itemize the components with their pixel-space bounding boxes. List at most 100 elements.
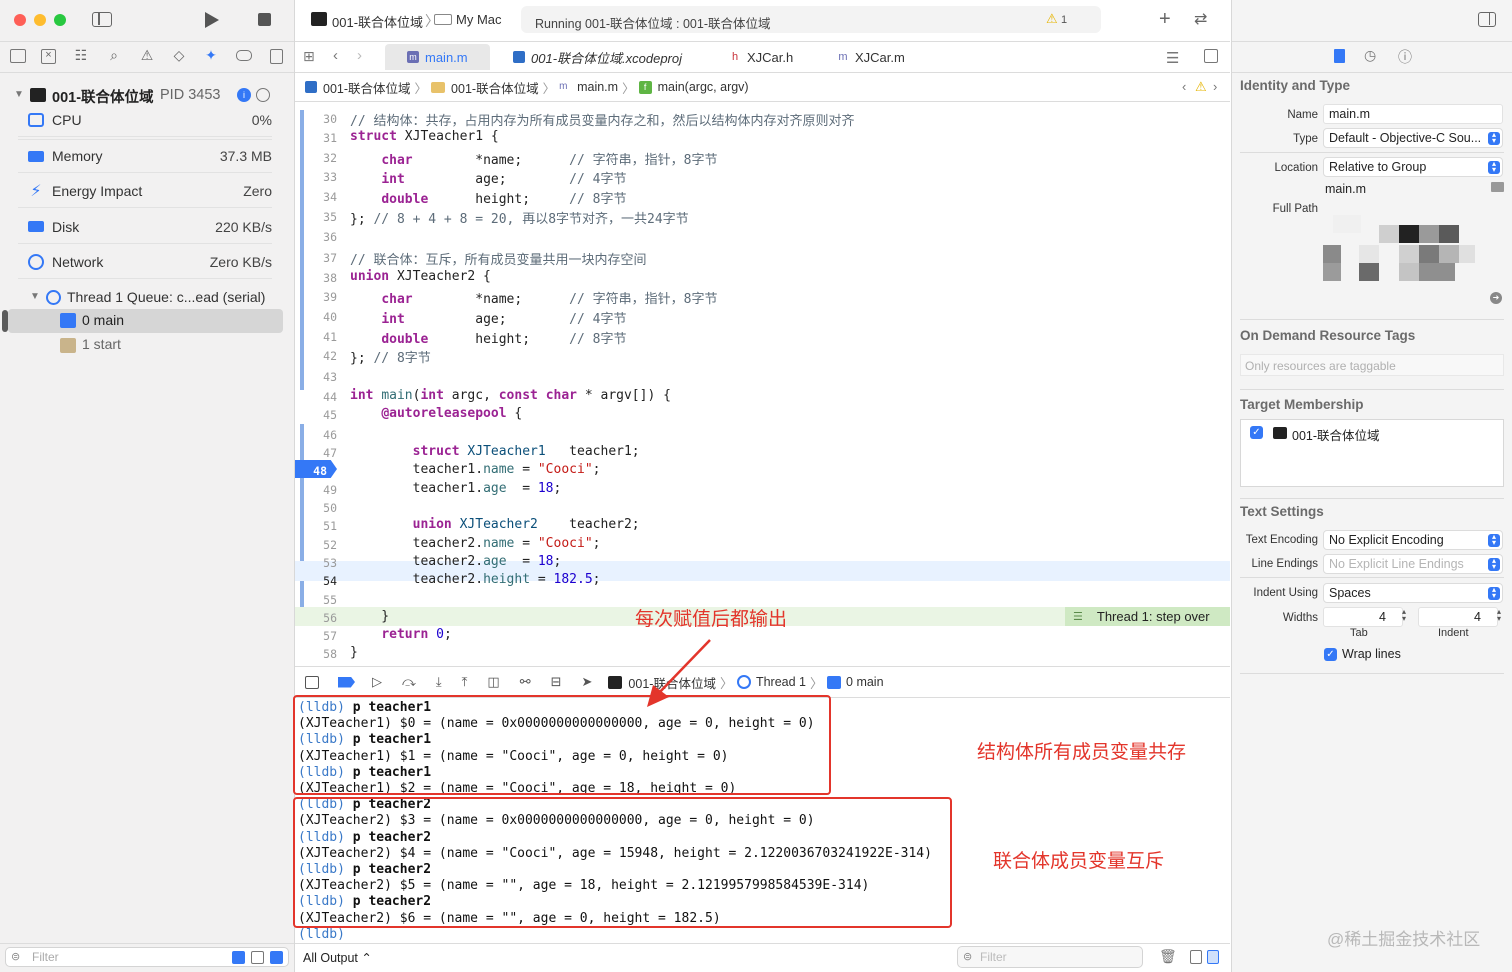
grid-icon[interactable]: ⊞ — [303, 49, 318, 64]
view-hierarchy-icon[interactable]: ◫ — [487, 674, 499, 690]
simulate-location-icon[interactable]: ➤ — [582, 674, 593, 690]
line-number[interactable]: 45 — [295, 408, 337, 422]
name-field[interactable]: main.m — [1323, 104, 1503, 124]
line-number[interactable]: 31 — [295, 131, 337, 145]
output-selector[interactable]: All Output ⌃ — [303, 950, 372, 965]
line-number[interactable]: 36 — [295, 230, 337, 244]
endings-popup[interactable]: No Explicit Line Endings ▴ ▾ — [1323, 554, 1503, 574]
line-number[interactable]: 32 — [295, 151, 337, 165]
console-filter-field[interactable]: ⊜ Filter — [957, 946, 1143, 968]
close-window-button[interactable] — [14, 14, 26, 26]
filter-option-icon[interactable] — [270, 951, 283, 964]
gauge-cpu[interactable]: CPU 0% — [18, 103, 272, 137]
variables-view-toggle-icon[interactable] — [1190, 950, 1202, 964]
memory-graph-icon[interactable]: ⚯ — [520, 674, 531, 690]
forward-icon[interactable]: › — [357, 47, 362, 64]
trash-icon[interactable]: 🗑 — [1159, 948, 1177, 965]
source-editor[interactable]: ☰ Thread 1: step over 30 31 32 33 34 35 36 37 38… — [295, 106, 1230, 666]
step-over-icon[interactable]: ⤼ — [402, 674, 416, 690]
line-number[interactable]: 54 — [295, 574, 337, 588]
odr-tags-field[interactable]: Only resources are taggable — [1240, 354, 1504, 376]
navigator-filter-field[interactable]: ⊜ Filter — [5, 947, 289, 967]
tab-xjcar-m[interactable]: m XJCar.m — [837, 44, 927, 70]
step-into-icon[interactable]: ⤓ — [436, 674, 442, 690]
line-number[interactable]: 37 — [295, 251, 337, 265]
warning-icon[interactable]: ⚠ — [1195, 79, 1207, 95]
console-view-toggle-icon[interactable] — [1207, 950, 1219, 964]
symbol-navigator-icon[interactable]: ☷ — [73, 47, 89, 63]
tab-xjcar-h[interactable]: h XJCar.h — [729, 44, 819, 70]
line-number[interactable]: 55 — [295, 593, 337, 607]
frame-selected[interactable] — [8, 309, 283, 333]
line-number[interactable]: 52 — [295, 538, 337, 552]
minimize-window-button[interactable] — [34, 14, 46, 26]
help-inspector-icon[interactable]: ⓘ — [1398, 47, 1412, 67]
zoom-window-button[interactable] — [54, 14, 66, 26]
location-popup[interactable]: Relative to Group ▴ ▾ — [1323, 157, 1503, 177]
stop-icon[interactable] — [258, 13, 271, 26]
line-number[interactable]: 39 — [295, 290, 337, 304]
gauge-disk[interactable]: Disk 220 KB/s — [18, 210, 272, 244]
debug-navigator-icon[interactable]: ✦ — [203, 47, 219, 63]
folder-icon[interactable] — [1491, 182, 1504, 192]
line-number[interactable]: 30 — [295, 112, 337, 126]
editor-options-icon[interactable]: ☰ — [1166, 49, 1179, 67]
step-out-icon[interactable]: ⤒ — [462, 674, 468, 690]
destination-selector[interactable]: My Mac — [456, 12, 502, 27]
file-inspector-icon[interactable] — [1334, 49, 1345, 63]
jump-bar-item[interactable]: 001-联合体位域 — [323, 78, 411, 97]
warning-icon[interactable]: ⚠ — [1046, 11, 1058, 27]
type-popup[interactable]: Default - Objective-C Sou... ▴ ▾ — [1323, 128, 1503, 148]
tab-main-m[interactable]: m main.m — [385, 44, 490, 70]
split-editor-icon[interactable] — [1204, 49, 1218, 63]
pause-status-icon[interactable] — [256, 88, 270, 102]
filter-option-icon[interactable] — [232, 951, 245, 964]
report-navigator-icon[interactable] — [270, 49, 283, 64]
jump-bar-item[interactable]: main.m — [577, 80, 618, 94]
line-number[interactable]: 50 — [295, 501, 337, 515]
indent-popup[interactable]: Spaces ▴ ▾ — [1323, 583, 1503, 603]
filter-option-icon[interactable] — [251, 951, 264, 964]
line-number[interactable]: 33 — [295, 170, 337, 184]
history-inspector-icon[interactable]: ◷ — [1364, 47, 1376, 64]
line-number[interactable]: 38 — [295, 271, 337, 285]
prev-issue-icon[interactable]: ‹ — [1182, 79, 1186, 94]
info-icon[interactable]: i — [237, 88, 251, 102]
thread-disclosure-icon[interactable]: ▼ — [30, 291, 40, 302]
find-navigator-icon[interactable]: ⌕ — [106, 47, 122, 63]
stepper-icon[interactable]: ▴ ▾ — [1497, 608, 1501, 623]
line-number[interactable]: 57 — [295, 629, 337, 643]
back-icon[interactable]: ‹ — [333, 47, 338, 64]
gauge-energy[interactable]: ⚡ Energy Impact Zero — [18, 174, 272, 208]
stepper-icon[interactable]: ▴ ▾ — [1402, 608, 1406, 623]
next-issue-icon[interactable]: › — [1213, 79, 1217, 94]
issue-navigator-icon[interactable]: ⚠ — [139, 47, 155, 63]
scheme-selector[interactable]: 001-联合体位域 — [332, 12, 423, 31]
add-icon[interactable]: + — [1159, 8, 1171, 31]
source-control-icon[interactable]: × — [41, 49, 56, 64]
swap-arrows-icon[interactable]: ⇄ — [1194, 9, 1207, 29]
encoding-popup[interactable]: No Explicit Encoding ▴ ▾ — [1323, 530, 1503, 550]
jump-bar-item[interactable]: main(argc, argv) — [658, 80, 749, 94]
line-number[interactable]: 34 — [295, 190, 337, 204]
line-number[interactable]: 43 — [295, 370, 337, 384]
line-number[interactable]: 40 — [295, 310, 337, 324]
tab-width-field[interactable]: 4 — [1323, 607, 1403, 627]
continue-icon[interactable]: ▷ — [372, 674, 382, 690]
test-navigator-icon[interactable]: ◇ — [171, 47, 187, 63]
frame-item[interactable]: 0 main — [82, 312, 124, 328]
wrap-lines-checkbox[interactable]: ✓ — [1324, 648, 1337, 661]
gauge-memory[interactable]: Memory 37.3 MB — [18, 139, 272, 173]
line-number[interactable]: 47 — [295, 446, 337, 460]
gauge-network[interactable]: Network Zero KB/s — [18, 245, 272, 279]
line-number[interactable]: 53 — [295, 556, 337, 570]
run-icon[interactable] — [205, 12, 219, 28]
breakpoints-toggle-icon[interactable] — [338, 676, 355, 688]
target-checkbox[interactable]: ✓ — [1250, 426, 1263, 439]
line-number[interactable]: 49 — [295, 483, 337, 497]
line-number[interactable]: 46 — [295, 428, 337, 442]
line-number[interactable]: 58 — [295, 647, 337, 661]
debug-path-item[interactable]: 0 main — [846, 675, 884, 689]
environment-overrides-icon[interactable]: ⊟ — [551, 674, 562, 690]
hide-debug-area-icon[interactable] — [305, 675, 319, 689]
